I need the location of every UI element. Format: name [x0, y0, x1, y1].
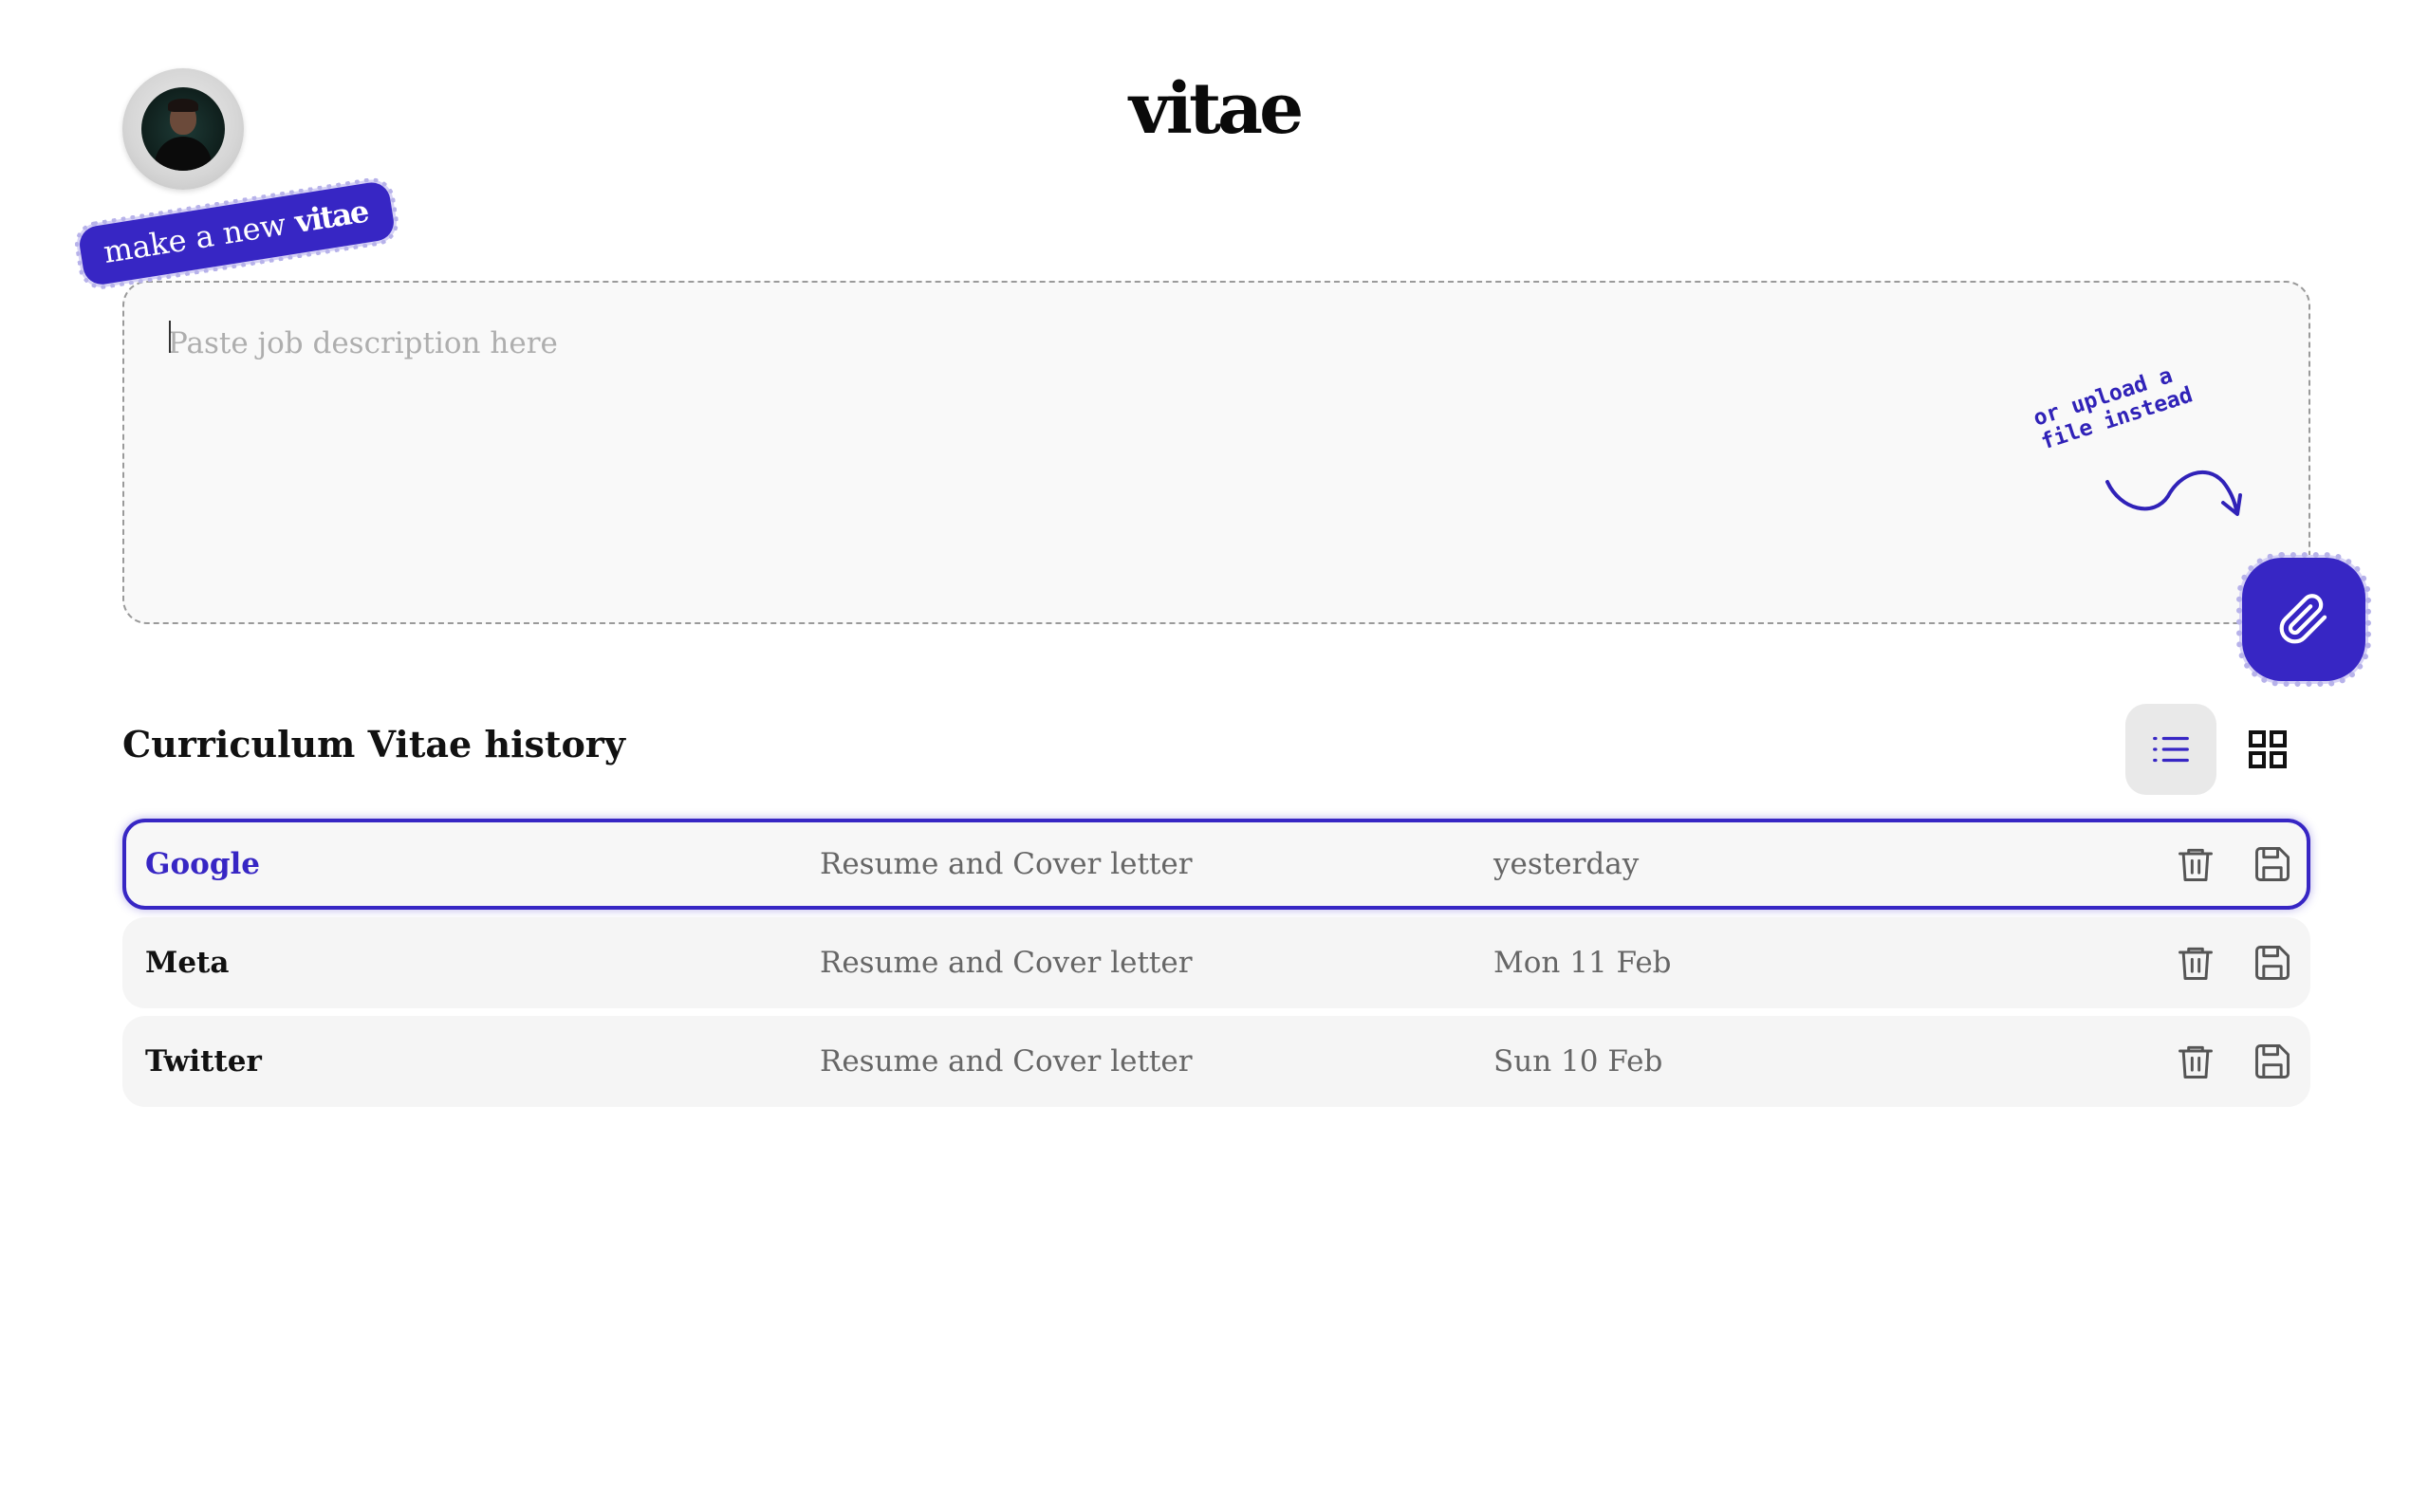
row-date: yesterday: [1493, 847, 1640, 881]
row-date: Sun 10 Feb: [1493, 1044, 1663, 1079]
delete-button[interactable]: [2169, 1035, 2222, 1088]
history-row[interactable]: Google Resume and Cover letter yesterday: [122, 819, 2310, 910]
grid-view-button[interactable]: [2222, 704, 2313, 795]
paperclip-icon: [2279, 594, 2327, 644]
row-date: Mon 11 Feb: [1493, 946, 1672, 980]
job-description-dropzone[interactable]: [122, 281, 2310, 624]
curved-arrow-icon: [2105, 470, 2242, 516]
save-button[interactable]: [2246, 936, 2299, 989]
save-icon: [2255, 1044, 2290, 1079]
history-row[interactable]: Meta Resume and Cover letter Mon 11 Feb: [122, 917, 2310, 1008]
save-icon: [2255, 946, 2290, 980]
row-document-type: Resume and Cover letter: [820, 847, 1193, 881]
delete-button[interactable]: [2169, 936, 2222, 989]
history-title: Curriculum Vitae history: [122, 723, 625, 765]
row-company: Twitter: [145, 1044, 262, 1079]
row-company: Google: [145, 847, 261, 881]
text-caret: [169, 321, 171, 353]
make-new-vitae-sticker: make a new vitae: [72, 171, 401, 296]
sticker-prefix: make a new: [101, 206, 289, 271]
sticker-brand: vitae: [292, 193, 370, 241]
trash-icon: [2179, 848, 2213, 881]
job-description-input[interactable]: [168, 315, 2066, 372]
delete-button[interactable]: [2169, 838, 2222, 891]
save-button[interactable]: [2246, 838, 2299, 891]
list-icon: [2153, 736, 2189, 763]
save-button[interactable]: [2246, 1035, 2299, 1088]
history-row[interactable]: Twitter Resume and Cover letter Sun 10 F…: [122, 1016, 2310, 1107]
trash-icon: [2179, 947, 2213, 980]
save-icon: [2255, 847, 2290, 881]
grid-icon: [2249, 730, 2287, 768]
row-document-type: Resume and Cover letter: [820, 946, 1193, 980]
row-document-type: Resume and Cover letter: [820, 1044, 1193, 1079]
row-company: Meta: [145, 946, 230, 980]
app-logo[interactable]: vitae: [0, 74, 2429, 144]
list-view-button[interactable]: [2125, 704, 2216, 795]
attach-file-button[interactable]: [2236, 552, 2371, 687]
trash-icon: [2179, 1045, 2213, 1079]
